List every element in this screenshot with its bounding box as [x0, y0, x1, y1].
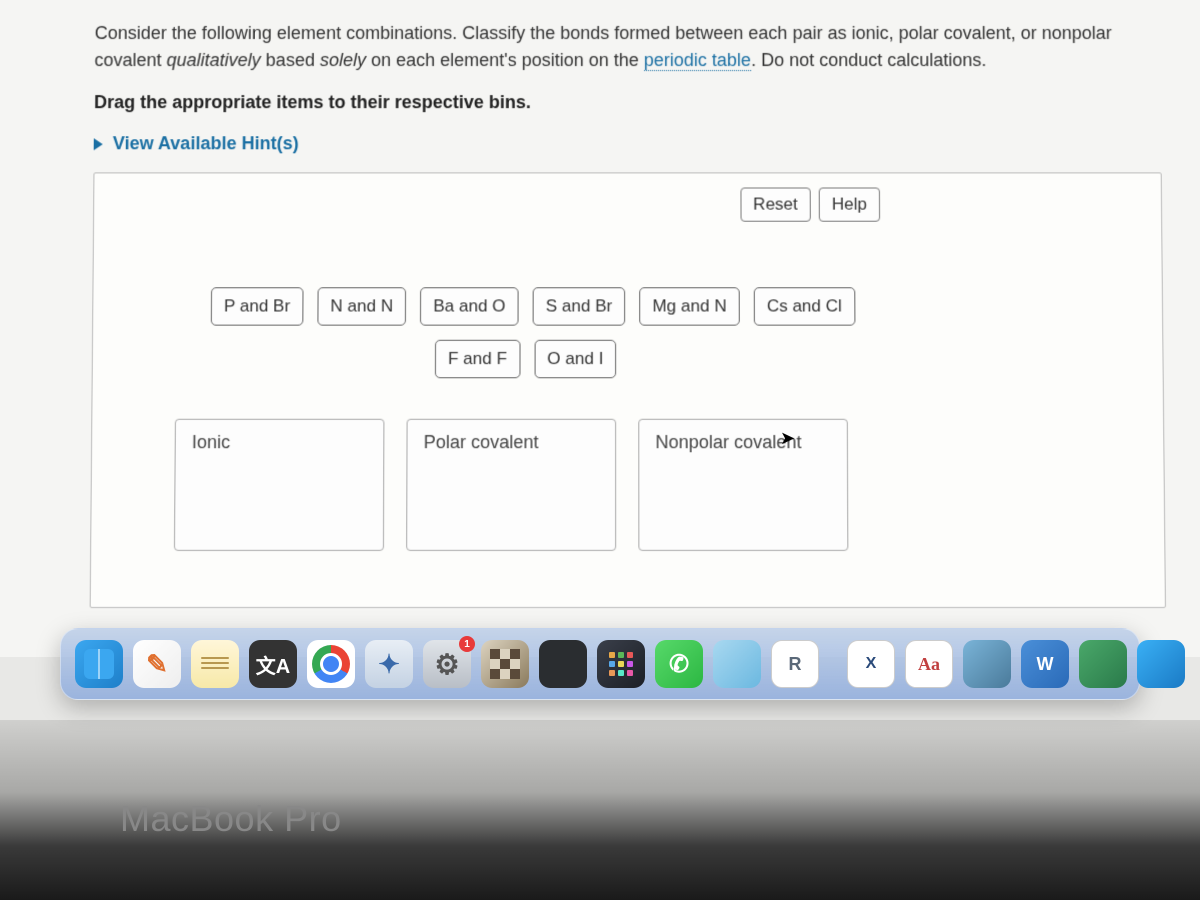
- dock-launchpad-icon[interactable]: [597, 640, 645, 688]
- dock-appstore-icon[interactable]: [1137, 640, 1185, 688]
- chip-p-br[interactable]: P and Br: [211, 287, 304, 325]
- dock-safari-icon[interactable]: ✦: [365, 640, 413, 688]
- view-hints-toggle[interactable]: View Available Hint(s): [94, 133, 299, 154]
- x-label: X: [866, 655, 877, 673]
- chip-f-f[interactable]: F and F: [435, 340, 520, 378]
- dock-translate-icon[interactable]: 文A: [249, 640, 297, 688]
- dock-preview-icon[interactable]: [963, 640, 1011, 688]
- chip-s-br[interactable]: S and Br: [533, 287, 626, 325]
- hints-label: View Available Hint(s): [113, 133, 299, 154]
- bin-nonpolar-covalent[interactable]: Nonpolar covalent: [638, 419, 848, 551]
- bin-label-polar: Polar covalent: [424, 432, 599, 453]
- dock-excel-icon[interactable]: [1079, 640, 1127, 688]
- question-part: on each element's position on the: [366, 50, 644, 70]
- chip-mg-n[interactable]: Mg and N: [639, 287, 739, 325]
- chip-ba-o[interactable]: Ba and O: [420, 287, 518, 325]
- r-label: R: [789, 654, 802, 675]
- bin-ionic[interactable]: Ionic: [174, 419, 384, 551]
- question-part: . Do not conduct calculations.: [751, 50, 986, 70]
- dock-dictionary-icon[interactable]: Aa: [905, 640, 953, 688]
- dock-markup-icon[interactable]: ✎: [133, 640, 181, 688]
- drag-instruction: Drag the appropriate items to their resp…: [94, 92, 1161, 113]
- dock-app-icon[interactable]: [713, 640, 761, 688]
- macos-dock: ✎ 文A ✦ ⚙ 1 ✆ R X Aa W: [60, 628, 1140, 700]
- bin-label-nonpolar: Nonpolar covalent: [655, 432, 830, 453]
- dock-r-icon[interactable]: R: [771, 640, 819, 688]
- w-label: W: [1037, 654, 1054, 675]
- dock-finder-icon[interactable]: [75, 640, 123, 688]
- dock-notes-icon[interactable]: [191, 640, 239, 688]
- pencil-icon: ✎: [146, 649, 168, 680]
- dock-chess-icon[interactable]: [481, 640, 529, 688]
- chevron-right-icon: [94, 138, 103, 150]
- phone-icon: ✆: [669, 650, 689, 679]
- notification-badge: 1: [459, 636, 475, 652]
- laptop-brand-label: MacBook Pro: [120, 798, 342, 840]
- gear-icon: ⚙: [434, 648, 459, 681]
- question-text: Consider the following element combinati…: [94, 20, 1160, 74]
- chip-n-n[interactable]: N and N: [317, 287, 406, 325]
- bin-polar-covalent[interactable]: Polar covalent: [406, 419, 616, 551]
- aa-label: Aa: [918, 654, 940, 675]
- dock-x-icon[interactable]: X: [847, 640, 895, 688]
- help-button[interactable]: Help: [819, 187, 880, 221]
- drag-workspace: Reset Help P and Br N and N Ba and O S a…: [90, 172, 1166, 608]
- reset-button[interactable]: Reset: [740, 187, 811, 221]
- dock-whatsapp-icon[interactable]: ✆: [655, 640, 703, 688]
- dock-chrome-icon[interactable]: [307, 640, 355, 688]
- question-part: based: [261, 50, 320, 70]
- draggable-items-area: P and Br N and N Ba and O S and Br Mg an…: [115, 287, 1141, 378]
- translate-icon: 文A: [256, 650, 290, 679]
- bin-label-ionic: Ionic: [192, 432, 367, 453]
- question-italic: solely: [320, 50, 366, 70]
- chip-cs-cl[interactable]: Cs and Cl: [754, 287, 855, 325]
- chip-o-i[interactable]: O and I: [534, 340, 616, 378]
- dock-settings-icon[interactable]: ⚙ 1: [423, 640, 471, 688]
- periodic-table-link[interactable]: periodic table: [644, 50, 751, 71]
- compass-icon: ✦: [378, 649, 400, 680]
- question-italic: qualitatively: [167, 50, 261, 70]
- dock-terminal-icon[interactable]: [539, 640, 587, 688]
- dock-word-icon[interactable]: W: [1021, 640, 1069, 688]
